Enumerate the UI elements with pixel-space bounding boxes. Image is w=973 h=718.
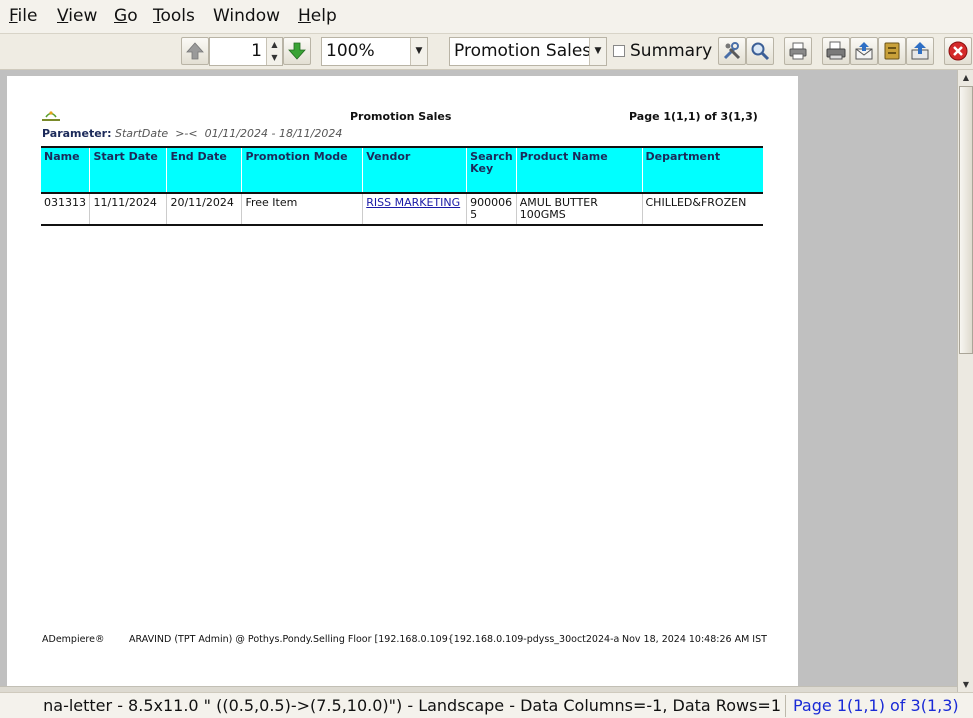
spinner-down-icon[interactable]: ▼	[267, 51, 282, 64]
spinner-arrows[interactable]: ▲ ▼	[266, 38, 282, 65]
tools-icon	[723, 42, 741, 60]
zoom-select[interactable]: 100% ▼	[321, 37, 428, 66]
cell-product-name: AMUL BUTTER 100GMS	[515, 193, 642, 226]
scroll-down-icon[interactable]: ▼	[958, 677, 973, 692]
spinner-up-icon[interactable]: ▲	[267, 38, 282, 51]
column-header: Name	[41, 146, 90, 194]
parameter-operator: >-<	[175, 127, 198, 140]
table-header-row: Name Start Date End Date Promotion Mode …	[41, 146, 763, 194]
menu-tools-mnemonic: T	[153, 6, 161, 26]
cell-start-date: 11/11/2024	[89, 193, 167, 226]
report-parameter: Parameter: StartDate >-< 01/11/2024 - 18…	[42, 127, 342, 140]
page-number-value: 1	[251, 41, 262, 61]
vendor-link[interactable]: RISS MARKETING	[366, 196, 460, 209]
summary-checkbox[interactable]: Summary	[613, 41, 712, 61]
chevron-down-icon[interactable]: ▼	[589, 38, 606, 65]
menu-tools-rest: ools	[160, 6, 195, 26]
vertical-scrollbar[interactable]: ▲ ▼	[957, 70, 973, 692]
report-format-select[interactable]: Promotion Sales ▼	[449, 37, 607, 66]
mail-icon	[855, 42, 873, 60]
footer-user: ARAVIND (TPT Admin) @ Pothys.Pondy.Selli…	[129, 634, 675, 645]
menu-help-rest: elp	[310, 6, 337, 26]
menu-go-mnemonic: G	[114, 6, 128, 26]
close-button[interactable]	[944, 37, 972, 65]
scroll-up-icon[interactable]: ▲	[958, 70, 973, 85]
toolbar: 1 ▲ ▼ 100% ▼ Promotion Sales ▼ Summary	[0, 34, 973, 70]
column-header: End Date	[166, 146, 242, 194]
send-mail-button[interactable]	[850, 37, 878, 65]
menu-go[interactable]: Go	[114, 6, 138, 26]
column-header: Department	[641, 146, 763, 194]
menu-bar: File View Go Tools Window Help	[0, 0, 973, 34]
find-button[interactable]	[746, 37, 774, 65]
parameter-name: StartDate	[115, 127, 169, 140]
footer-brand: ADempiere®	[42, 634, 105, 645]
parameter-value: 01/11/2024 - 18/11/2024	[204, 127, 343, 140]
cell-promotion-mode: Free Item	[241, 193, 363, 226]
checkbox-icon[interactable]	[613, 45, 625, 57]
scrollbar-thumb[interactable]	[959, 86, 973, 354]
menu-view-mnemonic: V	[57, 6, 69, 26]
printer-setup-icon	[826, 41, 846, 60]
cell-department: CHILLED&FROZEN	[641, 193, 763, 226]
status-page-setup: na-letter - 8.5x11.0 " ((0.5,0.5)->(7.5,…	[3, 695, 781, 717]
report-page: Promotion Sales Page 1(1,1) of 3(1,3) Pa…	[7, 76, 798, 686]
menu-file-rest: ile	[17, 6, 38, 26]
menu-view-rest: iew	[68, 6, 98, 26]
archive-button[interactable]	[878, 37, 906, 65]
menu-file[interactable]: File	[9, 6, 37, 26]
report-page-info: Page 1(1,1) of 3(1,3)	[629, 110, 758, 123]
cell-vendor: RISS MARKETING	[362, 193, 467, 226]
archive-icon	[884, 42, 900, 60]
print-preview-button[interactable]	[822, 37, 850, 65]
search-icon	[751, 42, 770, 61]
status-page-setup-text: na-letter - 8.5x11.0 " ((0.5,0.5)->(7.5,…	[43, 696, 781, 715]
export-button[interactable]	[906, 37, 934, 65]
arrow-up-icon	[186, 42, 204, 60]
menu-help-mnemonic: H	[298, 6, 311, 26]
cell-search-key: 900006 5	[466, 193, 517, 226]
report-table: Name Start Date End Date Promotion Mode …	[41, 146, 763, 226]
menu-tools[interactable]: Tools	[153, 6, 195, 26]
column-header: Start Date	[89, 146, 167, 194]
page-number-spinner[interactable]: 1 ▲ ▼	[209, 37, 283, 66]
column-header: Search Key	[466, 146, 517, 194]
previous-page-button[interactable]	[181, 37, 209, 65]
arrow-down-icon	[288, 42, 306, 60]
menu-view[interactable]: View	[57, 6, 97, 26]
status-page-info: Page 1(1,1) of 3(1,3)	[785, 695, 971, 717]
report-title: Promotion Sales	[350, 110, 452, 123]
footer-datetime: Nov 18, 2024 10:48:26 AM IST	[620, 634, 767, 645]
parameter-label: Parameter:	[42, 127, 112, 140]
export-icon	[911, 42, 929, 60]
close-icon	[948, 41, 968, 61]
report-format-value: Promotion Sales	[454, 41, 592, 61]
print-button[interactable]	[784, 37, 812, 65]
cell-name: 031313	[41, 193, 90, 226]
next-page-button[interactable]	[283, 37, 311, 65]
menu-go-rest: o	[127, 6, 138, 26]
status-bar: na-letter - 8.5x11.0 " ((0.5,0.5)->(7.5,…	[0, 692, 973, 718]
summary-label: Summary	[630, 41, 713, 61]
customize-report-button[interactable]	[718, 37, 746, 65]
column-header: Product Name	[515, 146, 642, 194]
menu-file-mnemonic: F	[9, 6, 18, 26]
column-header: Promotion Mode	[241, 146, 363, 194]
menu-help[interactable]: Help	[298, 6, 337, 26]
cell-end-date: 20/11/2024	[166, 193, 242, 226]
menu-window[interactable]: Window	[213, 6, 280, 26]
zoom-value: 100%	[326, 41, 375, 61]
column-header: Vendor	[362, 146, 467, 194]
company-logo-icon	[42, 111, 60, 121]
table-row: 031313 11/11/2024 20/11/2024 Free Item R…	[41, 193, 763, 226]
chevron-down-icon[interactable]: ▼	[410, 38, 427, 65]
printer-icon	[789, 42, 807, 60]
